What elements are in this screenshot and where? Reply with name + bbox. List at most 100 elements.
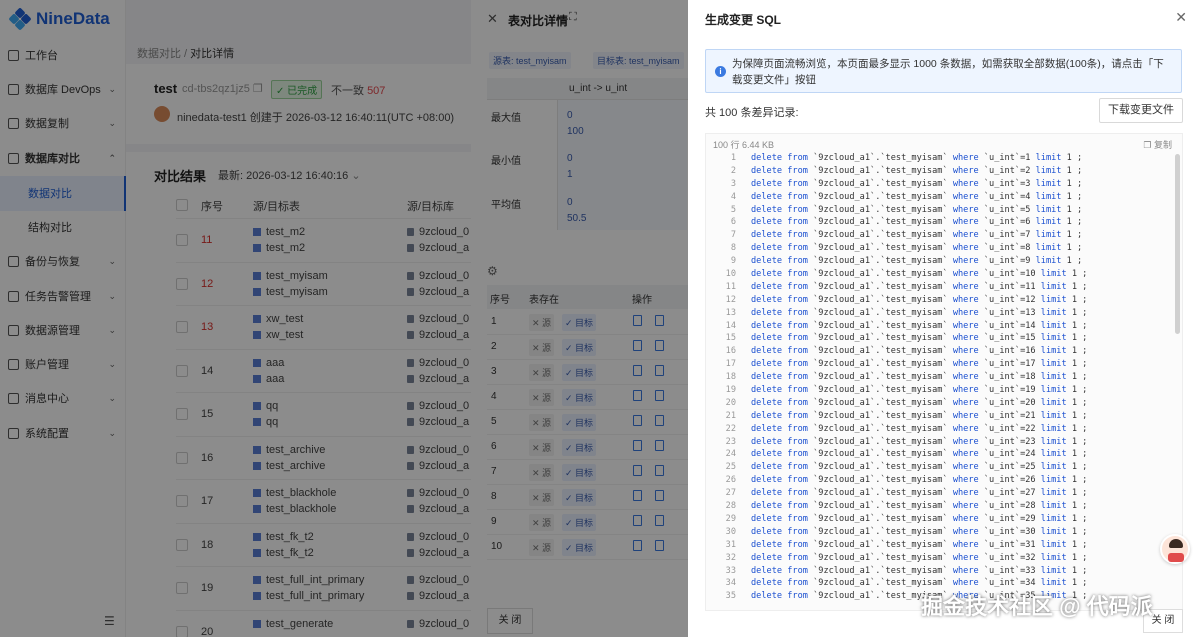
code-line: 27 delete from `9zcloud_a1`.`test_myisam`… — [706, 487, 1184, 500]
code-line: 15 delete from `9zcloud_a1`.`test_myisam`… — [706, 332, 1184, 345]
line-number: 27 — [725, 488, 736, 499]
sql-drawer: 生成变更 SQL ✕ i 为保障页面流畅浏览，本页面最多显示 1000 条数据，… — [688, 0, 1200, 637]
sql-statement: delete from `9zcloud_a1`.`test_myisam` w… — [751, 501, 1088, 512]
code-line: 18 delete from `9zcloud_a1`.`test_myisam`… — [706, 371, 1184, 384]
code-line: 31 delete from `9zcloud_a1`.`test_myisam`… — [706, 539, 1184, 552]
assistant-avatar[interactable] — [1160, 534, 1190, 564]
copy-icon: ❐ — [1143, 140, 1152, 150]
line-number: 4 — [730, 191, 736, 202]
line-number: 5 — [730, 204, 736, 215]
sql-title: 生成变更 SQL — [705, 13, 782, 27]
sql-statement: delete from `9zcloud_a1`.`test_myisam` w… — [751, 165, 1083, 176]
sql-code: 1 delete from `9zcloud_a1`.`test_myisam` … — [706, 152, 1184, 612]
code-line: 20 delete from `9zcloud_a1`.`test_myisam`… — [706, 397, 1184, 410]
code-line: 17 delete from `9zcloud_a1`.`test_myisam`… — [706, 358, 1184, 371]
code-line: 6 delete from `9zcloud_a1`.`test_myisam` … — [706, 216, 1184, 229]
sql-statement: delete from `9zcloud_a1`.`test_myisam` w… — [751, 178, 1083, 189]
watermark: 掘金技术社区 @ 代码派 — [921, 594, 1153, 619]
sql-statement: delete from `9zcloud_a1`.`test_myisam` w… — [751, 359, 1088, 370]
sql-statement: delete from `9zcloud_a1`.`test_myisam` w… — [751, 385, 1088, 396]
code-line: 8 delete from `9zcloud_a1`.`test_myisam` … — [706, 242, 1184, 255]
sql-statement: delete from `9zcloud_a1`.`test_myisam` w… — [751, 475, 1088, 486]
modal-overlay[interactable] — [0, 0, 688, 637]
line-number: 23 — [725, 436, 736, 447]
sql-statement: delete from `9zcloud_a1`.`test_myisam` w… — [751, 333, 1088, 344]
sql-statement: delete from `9zcloud_a1`.`test_myisam` w… — [751, 449, 1088, 460]
scrollbar[interactable] — [1175, 154, 1180, 334]
line-number: 25 — [725, 462, 736, 473]
code-line: 16 delete from `9zcloud_a1`.`test_myisam`… — [706, 345, 1184, 358]
sql-editor[interactable]: 100 行 6.44 KB ❐ 复制 1 delete from `9zcloud… — [705, 133, 1183, 611]
sql-statement: delete from `9zcloud_a1`.`test_myisam` w… — [751, 410, 1088, 421]
sql-statement: delete from `9zcloud_a1`.`test_myisam` w… — [751, 269, 1088, 280]
code-line: 4 delete from `9zcloud_a1`.`test_myisam` … — [706, 191, 1184, 204]
line-number: 16 — [725, 346, 736, 357]
code-line: 28 delete from `9zcloud_a1`.`test_myisam`… — [706, 500, 1184, 513]
line-number: 21 — [725, 410, 736, 421]
line-number: 35 — [725, 591, 736, 602]
info-icon: i — [715, 66, 726, 77]
sql-statement: delete from `9zcloud_a1`.`test_myisam` w… — [751, 320, 1088, 331]
line-number: 14 — [725, 320, 736, 331]
app-root: NineData 工作台 数据库 DevOps ⌄ 数据复制 ⌄ 数据库对比 ⌃ 数据对比 结构… — [0, 0, 1200, 637]
line-number: 18 — [725, 372, 736, 383]
code-line: 32 delete from `9zcloud_a1`.`test_myisam`… — [706, 552, 1184, 565]
line-number: 6 — [730, 217, 736, 228]
sql-statement: delete from `9zcloud_a1`.`test_myisam` w… — [751, 552, 1088, 563]
code-line: 14 delete from `9zcloud_a1`.`test_myisam`… — [706, 320, 1184, 333]
sql-statement: delete from `9zcloud_a1`.`test_myisam` w… — [751, 243, 1083, 254]
line-number: 8 — [730, 243, 736, 254]
code-line: 26 delete from `9zcloud_a1`.`test_myisam`… — [706, 474, 1184, 487]
sql-statement: delete from `9zcloud_a1`.`test_myisam` w… — [751, 565, 1088, 576]
download-button[interactable]: 下载变更文件 — [1099, 98, 1183, 123]
copy-button-label: 复制 — [1153, 140, 1172, 150]
line-number: 33 — [725, 565, 736, 576]
sql-statement: delete from `9zcloud_a1`.`test_myisam` w… — [751, 526, 1088, 537]
line-number: 20 — [725, 397, 736, 408]
code-line: 9 delete from `9zcloud_a1`.`test_myisam` … — [706, 255, 1184, 268]
code-line: 13 delete from `9zcloud_a1`.`test_myisam`… — [706, 307, 1184, 320]
code-line: 29 delete from `9zcloud_a1`.`test_myisam`… — [706, 513, 1184, 526]
line-number: 7 — [730, 230, 736, 241]
sql-statement: delete from `9zcloud_a1`.`test_myisam` w… — [751, 346, 1088, 357]
line-number: 13 — [725, 307, 736, 318]
code-line: 25 delete from `9zcloud_a1`.`test_myisam`… — [706, 461, 1184, 474]
line-number: 30 — [725, 526, 736, 537]
code-line: 11 delete from `9zcloud_a1`.`test_myisam`… — [706, 281, 1184, 294]
code-line: 5 delete from `9zcloud_a1`.`test_myisam` … — [706, 204, 1184, 217]
sql-statement: delete from `9zcloud_a1`.`test_myisam` w… — [751, 281, 1088, 292]
line-number: 26 — [725, 475, 736, 486]
sql-statement: delete from `9zcloud_a1`.`test_myisam` w… — [751, 230, 1083, 241]
line-number: 19 — [725, 385, 736, 396]
sql-statement: delete from `9zcloud_a1`.`test_myisam` w… — [751, 256, 1083, 267]
copy-button[interactable]: ❐ 复制 — [1143, 138, 1172, 151]
code-line: 19 delete from `9zcloud_a1`.`test_myisam`… — [706, 384, 1184, 397]
code-line: 1 delete from `9zcloud_a1`.`test_myisam` … — [706, 152, 1184, 165]
line-number: 12 — [725, 294, 736, 305]
sql-statement: delete from `9zcloud_a1`.`test_myisam` w… — [751, 539, 1088, 550]
info-alert: i 为保障页面流畅浏览，本页面最多显示 1000 条数据，如需获取全部数据(10… — [705, 49, 1182, 93]
code-line: 22 delete from `9zcloud_a1`.`test_myisam`… — [706, 423, 1184, 436]
assistant-shirt-shape — [1168, 553, 1184, 562]
sql-statement: delete from `9zcloud_a1`.`test_myisam` w… — [751, 294, 1088, 305]
line-number: 11 — [725, 281, 736, 292]
line-number: 32 — [725, 552, 736, 563]
sql-statement: delete from `9zcloud_a1`.`test_myisam` w… — [751, 217, 1083, 228]
line-number: 9 — [730, 256, 736, 267]
sql-statement: delete from `9zcloud_a1`.`test_myisam` w… — [751, 578, 1088, 589]
close-icon[interactable]: ✕ — [1175, 9, 1187, 26]
line-number: 2 — [730, 165, 736, 176]
code-line: 7 delete from `9zcloud_a1`.`test_myisam` … — [706, 229, 1184, 242]
diff-record-count: 共 100 条差异记录: — [705, 107, 799, 119]
line-number: 10 — [725, 269, 736, 280]
code-line: 24 delete from `9zcloud_a1`.`test_myisam`… — [706, 448, 1184, 461]
code-line: 10 delete from `9zcloud_a1`.`test_myisam`… — [706, 268, 1184, 281]
line-number: 15 — [725, 333, 736, 344]
sql-statement: delete from `9zcloud_a1`.`test_myisam` w… — [751, 307, 1088, 318]
line-number: 3 — [730, 178, 736, 189]
code-line: 33 delete from `9zcloud_a1`.`test_myisam`… — [706, 565, 1184, 578]
code-line: 3 delete from `9zcloud_a1`.`test_myisam` … — [706, 178, 1184, 191]
line-number: 31 — [725, 539, 736, 550]
sql-statement: delete from `9zcloud_a1`.`test_myisam` w… — [751, 513, 1088, 524]
sql-statement: delete from `9zcloud_a1`.`test_myisam` w… — [751, 204, 1083, 215]
